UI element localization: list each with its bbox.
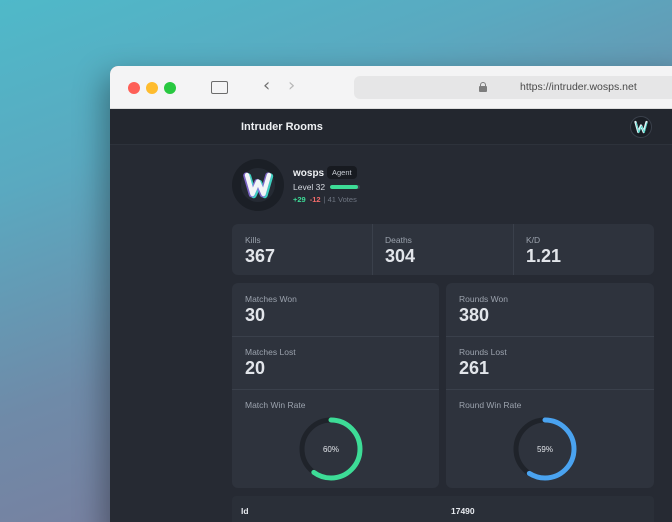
vote-total: 41 Votes bbox=[327, 195, 357, 204]
browser-toolbar: ‹ › https://intruder.wosps.net bbox=[110, 66, 672, 109]
deaths-label: Deaths bbox=[385, 235, 412, 245]
stat-divider bbox=[372, 224, 373, 275]
rounds-card: Rounds Won 380 Rounds Lost 261 Round Win… bbox=[446, 283, 654, 488]
browser-window: ‹ › https://intruder.wosps.net Intruder … bbox=[110, 66, 672, 522]
upvote-count[interactable]: +29 bbox=[293, 195, 306, 204]
matches-lost-value: 20 bbox=[245, 358, 266, 378]
forward-arrow-icon[interactable]: › bbox=[288, 77, 295, 95]
player-details-table: Id 17490 bbox=[232, 496, 654, 522]
round-win-rate-label: Round Win Rate bbox=[459, 400, 522, 410]
round-win-rate-ring: 59% bbox=[513, 417, 577, 481]
rounds-won-label: Rounds Won bbox=[459, 294, 508, 304]
kills-deaths-card: Kills 367 Deaths 304 K/D 1.21 bbox=[232, 224, 654, 275]
matches-won-value: 30 bbox=[245, 305, 266, 325]
match-win-rate-value: 60% bbox=[323, 445, 339, 454]
matches-lost-label: Matches Lost bbox=[245, 347, 296, 357]
level-progress-bar bbox=[330, 185, 360, 189]
kd-label: K/D bbox=[526, 235, 541, 245]
lock-icon bbox=[479, 82, 487, 92]
sidebar-toggle-icon[interactable] bbox=[211, 81, 228, 94]
stat-divider bbox=[232, 336, 439, 337]
stat-divider bbox=[232, 389, 439, 390]
vote-separator: | bbox=[323, 195, 326, 204]
app-title[interactable]: Intruder Rooms bbox=[241, 121, 323, 133]
round-win-rate-value: 59% bbox=[537, 445, 553, 454]
kills-value: 367 bbox=[245, 246, 276, 266]
player-profile: wosps Agent Level 32 +29 -12 | 41 Votes bbox=[232, 159, 532, 213]
back-arrow-icon[interactable]: ‹ bbox=[263, 77, 270, 95]
rounds-lost-value: 261 bbox=[459, 358, 490, 378]
stat-divider bbox=[513, 224, 514, 275]
table-cell-value: 17490 bbox=[451, 506, 475, 516]
address-bar[interactable]: https://intruder.wosps.net bbox=[354, 76, 672, 99]
kd-value: 1.21 bbox=[526, 246, 562, 266]
wosps-avatar-icon bbox=[241, 168, 275, 202]
player-level: Level 32 bbox=[293, 182, 326, 192]
matches-won-label: Matches Won bbox=[245, 294, 297, 304]
stat-divider bbox=[446, 336, 654, 337]
minimize-window-button[interactable] bbox=[146, 82, 158, 94]
rounds-lost-label: Rounds Lost bbox=[459, 347, 507, 357]
table-cell-key: Id bbox=[241, 506, 249, 516]
wosps-logo-icon[interactable] bbox=[630, 116, 652, 138]
avatar bbox=[232, 159, 284, 211]
url-text: https://intruder.wosps.net bbox=[520, 81, 637, 93]
vote-summary: +29 -12 | 41 Votes bbox=[293, 195, 357, 204]
close-window-button[interactable] bbox=[128, 82, 140, 94]
role-badge: Agent bbox=[327, 166, 357, 179]
deaths-value: 304 bbox=[385, 246, 416, 266]
match-win-rate-ring: 60% bbox=[299, 417, 363, 481]
app-header: Intruder Rooms bbox=[110, 109, 672, 145]
rounds-won-value: 380 bbox=[459, 305, 490, 325]
matches-card: Matches Won 30 Matches Lost 20 Match Win… bbox=[232, 283, 439, 488]
maximize-window-button[interactable] bbox=[164, 82, 176, 94]
stat-divider bbox=[446, 389, 654, 390]
username: wosps bbox=[293, 168, 325, 179]
match-win-rate-label: Match Win Rate bbox=[245, 400, 306, 410]
kills-label: Kills bbox=[245, 235, 261, 245]
downvote-count[interactable]: -12 bbox=[310, 195, 321, 204]
